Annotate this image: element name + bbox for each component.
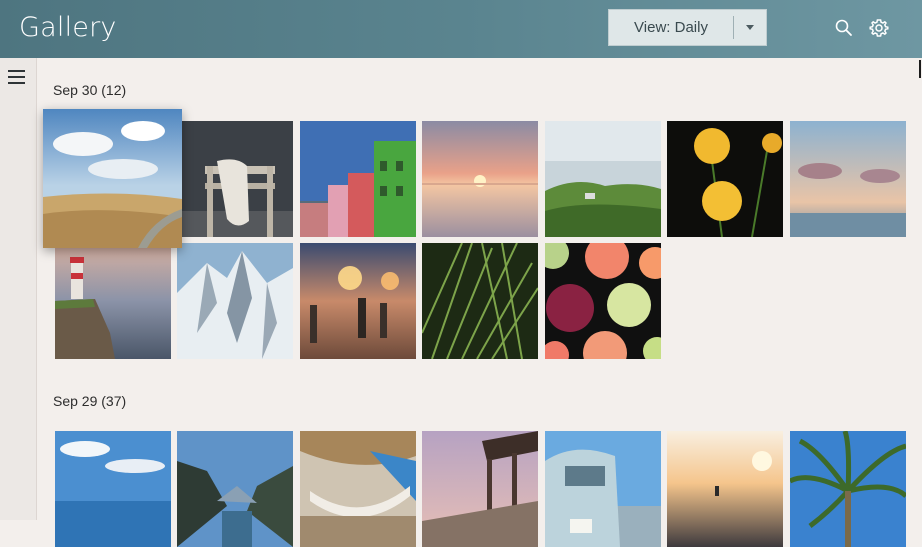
photo-thumbnail-palm-leaves[interactable] <box>422 243 538 359</box>
photo-thumbnail-beach-party[interactable] <box>300 243 416 359</box>
section-date-title: Sep 30 (12) <box>53 82 127 98</box>
photo-thumbnail-blue-sky-ocean[interactable] <box>55 431 171 547</box>
photo-thumbnail-vintage-car[interactable] <box>545 431 661 547</box>
photo-thumbnail-fjord[interactable] <box>177 431 293 547</box>
app-title: Gallery <box>19 12 117 43</box>
sidebar <box>0 58 37 520</box>
photo-thumbnail-yellow-flowers[interactable] <box>667 121 783 237</box>
photo-thumbnail-surfer-sunset[interactable] <box>667 431 783 547</box>
photo-thumbnail-cloudy-sea[interactable] <box>790 121 906 237</box>
photo-thumbnail-hammock[interactable] <box>300 431 416 547</box>
photo-thumbnail-bench[interactable] <box>177 121 293 237</box>
view-dropdown[interactable]: View: Daily <box>608 9 767 46</box>
photo-thumbnail-sunset-sea[interactable] <box>422 121 538 237</box>
photo-thumbnail-green-hills[interactable] <box>545 121 661 237</box>
top-bar: Gallery View: Daily <box>0 0 922 58</box>
photo-thumbnail-snowy-mountains[interactable] <box>177 243 293 359</box>
photo-thumbnail-lighthouse[interactable] <box>55 243 171 359</box>
photo-thumbnail-colorful-houses[interactable] <box>300 121 416 237</box>
gear-icon[interactable] <box>868 17 890 39</box>
photo-thumbnail-citrus-slices[interactable] <box>545 243 661 359</box>
section-date-title: Sep 29 (37) <box>53 393 127 409</box>
view-dropdown-label[interactable]: View: Daily <box>609 10 733 45</box>
search-icon[interactable] <box>833 17 855 39</box>
photo-thumbnail-palm-tree[interactable] <box>790 431 906 547</box>
photo-thumbnail-dunes-focused[interactable] <box>43 109 182 248</box>
hamburger-menu-icon[interactable] <box>8 70 26 84</box>
photo-thumbnail-station-platform[interactable] <box>422 431 538 547</box>
chevron-down-icon[interactable] <box>734 10 766 45</box>
scrollbar[interactable] <box>919 60 921 78</box>
